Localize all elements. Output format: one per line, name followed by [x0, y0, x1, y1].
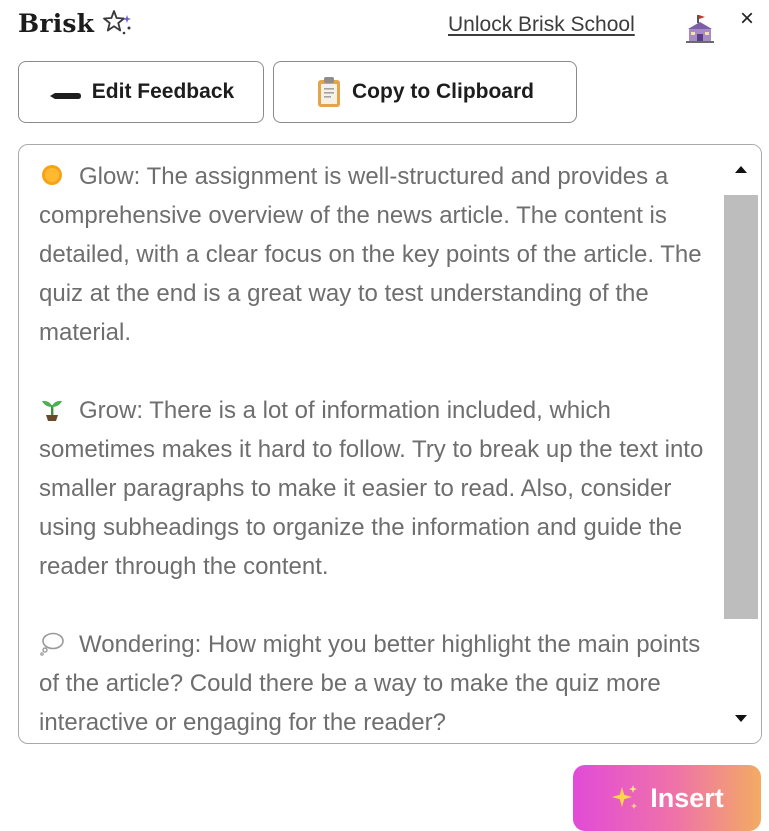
unlock-brisk-school-link[interactable]: Unlock Brisk School [448, 13, 635, 37]
close-button[interactable]: × [735, 5, 759, 33]
wondering-paragraph: Wondering: How might you better highligh… [39, 625, 719, 742]
school-icon[interactable] [683, 14, 717, 44]
vertical-scrollbar[interactable] [721, 145, 761, 743]
pen-icon [48, 85, 82, 99]
edit-feedback-button[interactable]: Edit Feedback [18, 61, 264, 123]
insert-button[interactable]: Insert [573, 765, 761, 831]
glow-text: Glow: The assignment is well-structured … [39, 163, 702, 346]
clipboard-icon [316, 76, 342, 108]
scroll-thumb[interactable] [724, 195, 758, 619]
sparkle-stars-icon [102, 8, 136, 38]
glow-paragraph: Glow: The assignment is well-structured … [39, 157, 719, 352]
panel-header: Brisk Unlock Brisk School × [0, 0, 769, 52]
copy-to-clipboard-label: Copy to Clipboard [352, 80, 534, 103]
insert-label: Insert [650, 782, 724, 813]
grow-text: Grow: There is a lot of information incl… [39, 397, 704, 580]
seedling-icon [39, 395, 65, 421]
brand-name: Brisk [18, 8, 95, 38]
sparkles-icon [610, 783, 640, 813]
brand: Brisk [18, 8, 136, 38]
feedback-content: Glow: The assignment is well-structured … [39, 157, 719, 743]
scroll-down-arrow-icon[interactable] [731, 709, 751, 729]
feedback-text-area[interactable]: Glow: The assignment is well-structured … [18, 144, 762, 744]
wondering-text: Wondering: How might you better highligh… [39, 631, 701, 736]
grow-paragraph: Grow: There is a lot of information incl… [39, 391, 719, 586]
copy-to-clipboard-button[interactable]: Copy to Clipboard [273, 61, 577, 123]
sun-icon [39, 161, 65, 187]
scroll-up-arrow-icon[interactable] [731, 159, 751, 179]
edit-feedback-label: Edit Feedback [91, 80, 235, 103]
thought-bubble-icon [39, 629, 65, 656]
